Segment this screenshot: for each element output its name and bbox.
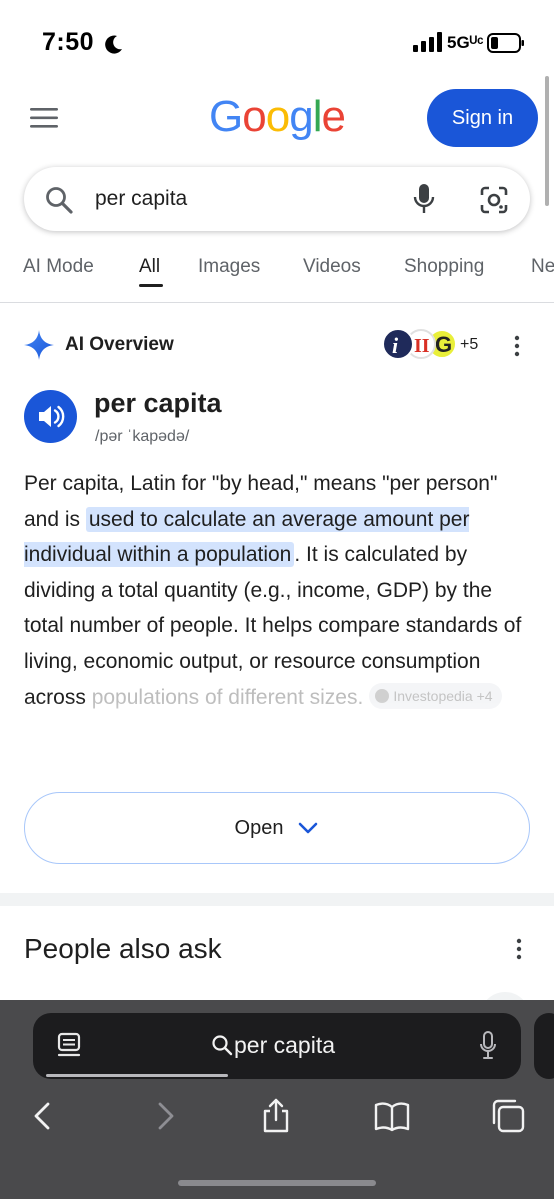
speaker-icon [39, 405, 65, 428]
svg-text:II: II [414, 335, 430, 357]
status-time: 7:50 [42, 28, 95, 56]
ai-overview-title: AI Overview [65, 334, 174, 355]
bookmarks-icon[interactable] [374, 1098, 410, 1134]
dictionary-word: per capita [94, 388, 222, 418]
search-icon [212, 1035, 233, 1056]
home-indicator[interactable] [178, 1180, 376, 1186]
page-scrollbar[interactable] [545, 76, 549, 206]
network-type: 5Gᵁᶜ [447, 33, 484, 52]
tab-all[interactable]: All [139, 256, 160, 278]
sign-in-button[interactable]: Sign in [427, 89, 538, 147]
battery-icon [487, 33, 524, 53]
search-box[interactable]: per capita [24, 167, 530, 231]
svg-text:G: G [435, 332, 452, 357]
tab-videos[interactable]: Videos [303, 256, 361, 278]
moon-icon [105, 35, 122, 54]
share-icon[interactable] [258, 1098, 294, 1134]
tabs-icon[interactable] [490, 1098, 526, 1134]
svg-text:i: i [392, 333, 399, 358]
tab-ai-mode[interactable]: AI Mode [23, 256, 94, 278]
ai-overview-text: Per capita, Latin for "by head," means "… [24, 466, 534, 715]
open-button[interactable]: Open [24, 792, 530, 864]
next-tab-preview[interactable] [534, 1013, 554, 1079]
more-options-icon[interactable] [510, 334, 524, 358]
google-logo[interactable]: Google [209, 92, 346, 142]
open-label: Open [234, 816, 284, 839]
divider [0, 302, 554, 303]
back-icon[interactable] [26, 1098, 62, 1134]
logo-letter: o [265, 92, 291, 141]
tab-news[interactable]: Ne [531, 256, 554, 278]
sources-more-count[interactable]: +5 [460, 336, 478, 354]
address-bar[interactable]: per capita [33, 1013, 521, 1079]
logo-letter: G [209, 92, 243, 141]
logo-letter: e [321, 92, 346, 141]
pronunciation-button[interactable] [24, 390, 77, 443]
fade-overlay [0, 700, 554, 792]
page-menu-icon[interactable] [57, 1032, 83, 1060]
section-separator [0, 893, 554, 906]
logo-letter: o [242, 92, 267, 141]
chevron-down-icon [299, 822, 318, 834]
ai-sparkle-icon [24, 330, 54, 360]
more-options-icon[interactable] [512, 937, 526, 961]
safari-toolbar: per capita [0, 1000, 554, 1199]
search-input[interactable]: per capita [95, 187, 187, 211]
microphone-icon[interactable] [479, 1031, 497, 1061]
active-tab-indicator [139, 284, 163, 287]
microphone-icon[interactable] [412, 183, 436, 215]
page-load-progress [46, 1074, 228, 1077]
tab-shopping[interactable]: Shopping [404, 256, 484, 278]
status-bar: 7:50 5Gᵁᶜ [0, 0, 554, 84]
source-favicons-icon[interactable]: G II i [381, 328, 457, 360]
forward-icon[interactable] [146, 1098, 182, 1134]
google-lens-icon[interactable] [479, 185, 509, 215]
tab-images[interactable]: Images [198, 256, 260, 278]
search-icon [46, 187, 73, 214]
phonetic-spelling: /pər ˈkapədə/ [95, 428, 190, 445]
hamburger-menu-icon[interactable] [30, 107, 60, 129]
signal-icon [413, 32, 442, 52]
address-text: per capita [234, 1032, 336, 1058]
logo-letter: g [289, 92, 314, 141]
people-also-ask-title: People also ask [24, 933, 222, 964]
search-tabs: AI Mode All Images Videos Shopping Ne [0, 252, 554, 304]
